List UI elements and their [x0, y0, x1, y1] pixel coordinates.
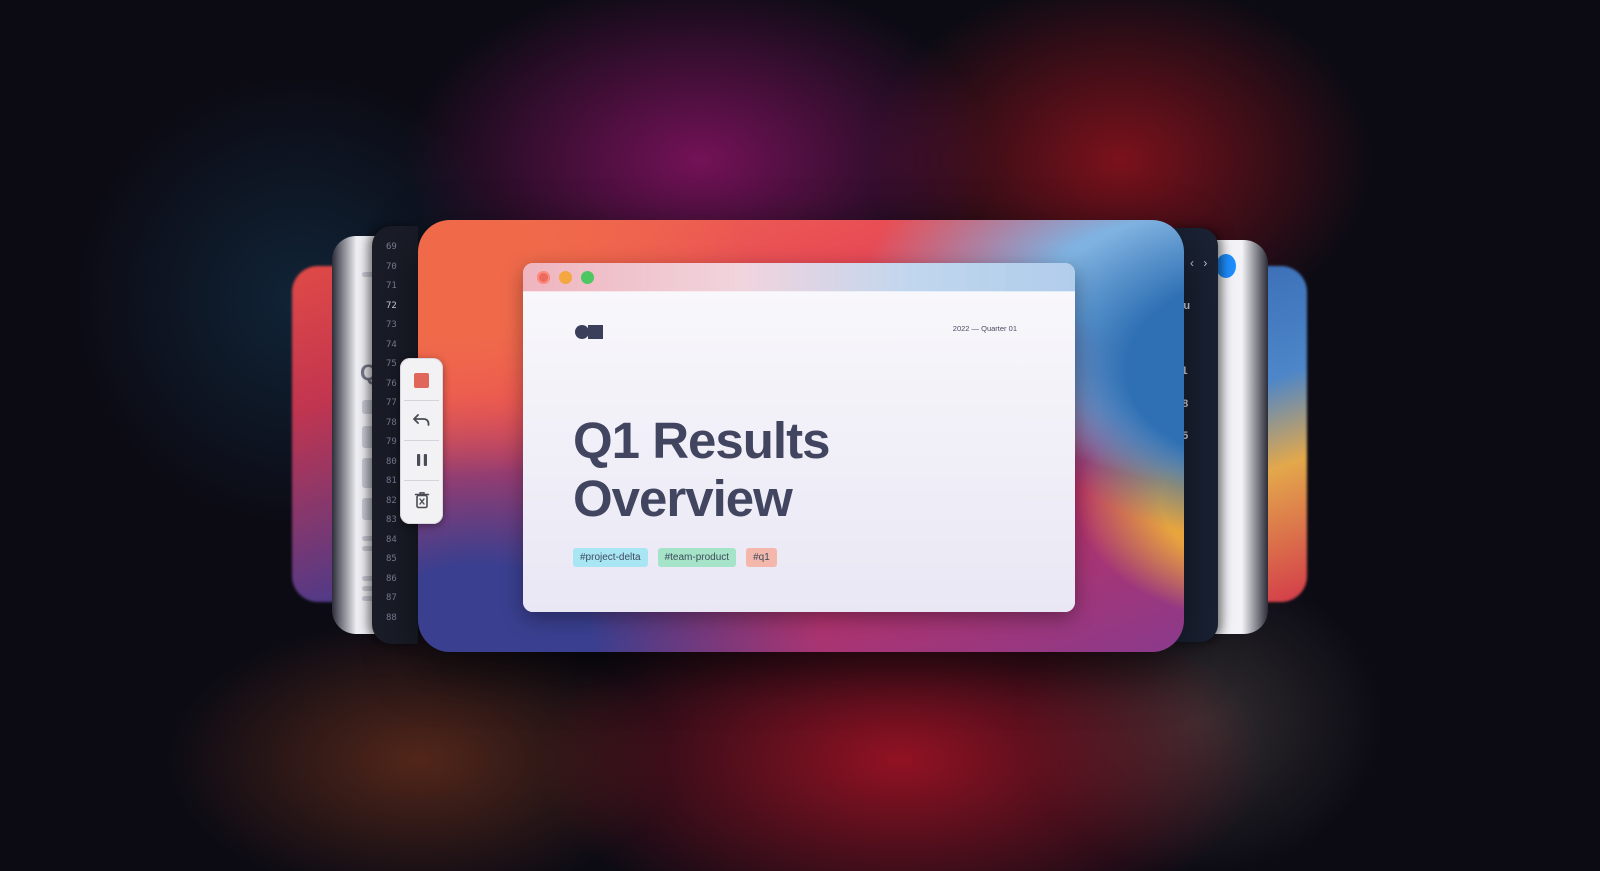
line-number: 69: [386, 242, 397, 252]
tag-project-delta[interactable]: #project-delta: [573, 548, 648, 567]
close-button[interactable]: [537, 271, 550, 284]
line-number: 73: [386, 320, 397, 330]
toolbar-divider: [404, 480, 439, 481]
trash-icon: [414, 492, 429, 509]
line-number: 71: [386, 281, 397, 291]
line-number: 84: [386, 534, 397, 545]
line-number: 77: [386, 398, 397, 408]
line-number: 79: [386, 437, 397, 447]
line-number: 88: [386, 612, 397, 623]
tag-list: #project-delta #team-product #q1: [573, 548, 777, 567]
pause-button[interactable]: [404, 442, 439, 478]
minimize-button[interactable]: [559, 271, 572, 284]
undo-button[interactable]: [404, 402, 439, 438]
line-number: 76: [386, 378, 397, 389]
line-number: 82: [386, 495, 397, 506]
slide: 2022 — Quarter 01 Q1 Results Overview #p…: [523, 292, 1075, 612]
line-number: 74: [386, 339, 397, 350]
window-card-document-right[interactable]: [1210, 240, 1268, 634]
line-number: 83: [386, 515, 397, 525]
stop-recording-button[interactable]: [404, 362, 439, 398]
presentation-window[interactable]: 2022 — Quarter 01 Q1 Results Overview #p…: [523, 263, 1075, 612]
line-number: 80: [386, 456, 397, 467]
recording-toolbar: [400, 358, 443, 524]
delete-button[interactable]: [404, 482, 439, 518]
slide-title-line-2: Overview: [573, 470, 793, 527]
line-number: 75: [386, 359, 397, 369]
line-number: 86: [386, 573, 397, 584]
line-number: 72: [386, 300, 397, 311]
line-number: 78: [386, 417, 397, 428]
blue-dot-icon: [1216, 254, 1236, 278]
zoom-button[interactable]: [581, 271, 594, 284]
stop-icon: [414, 372, 429, 388]
tag-team-product[interactable]: #team-product: [657, 548, 737, 567]
toolbar-divider: [404, 440, 439, 441]
line-number: 70: [386, 261, 397, 272]
pause-icon: [416, 454, 427, 466]
toolbar-divider: [404, 400, 439, 401]
undo-icon: [412, 414, 429, 426]
slide-title-line-1: Q1 Results: [573, 412, 830, 469]
line-number: 85: [386, 554, 397, 564]
calendar-nav-arrows[interactable]: ‹ ›: [1190, 256, 1210, 270]
line-number: 81: [386, 476, 397, 486]
line-number: 87: [386, 593, 397, 603]
window-titlebar[interactable]: [523, 263, 1075, 292]
window-card-main[interactable]: 2022 — Quarter 01 Q1 Results Overview #p…: [418, 220, 1184, 652]
slide-title: Q1 Results Overview: [573, 412, 830, 528]
brand-logo: [575, 325, 603, 339]
slide-date: 2022 — Quarter 01: [952, 324, 1017, 333]
tag-q1[interactable]: #q1: [746, 548, 777, 567]
window-switcher: Q 69 70 71 72 73 74 75 76 77 78 79 80 81 82 83 84 85 86 87…: [0, 0, 1600, 871]
